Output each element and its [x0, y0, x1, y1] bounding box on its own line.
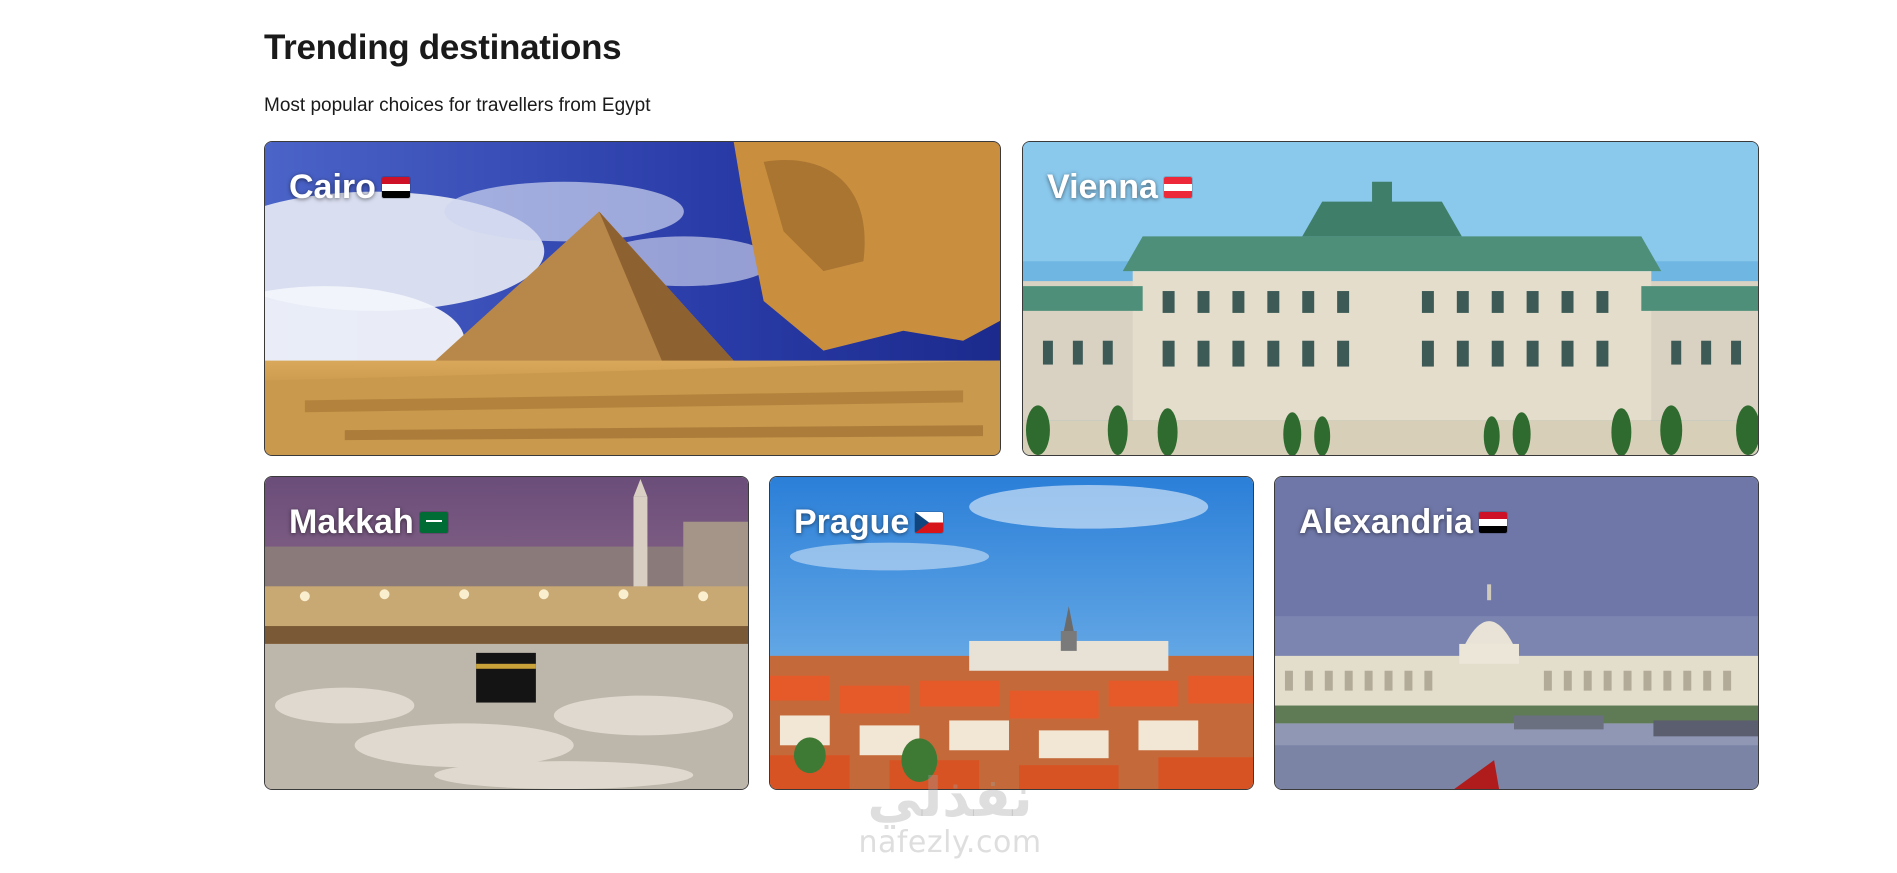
czech-republic-flag-icon [915, 512, 944, 533]
watermark-url: nafezly.com [858, 825, 1042, 860]
egypt-flag-icon [1478, 512, 1507, 533]
watermark: نفذلي nafezly.com [840, 770, 1060, 860]
austria-flag-icon [1163, 177, 1192, 198]
card-label: Cairo [289, 168, 410, 207]
egypt-flag-icon [381, 177, 410, 198]
card-label: Makkah [289, 503, 448, 542]
destination-name: Vienna [1047, 168, 1158, 206]
saudi-arabia-flag-icon [419, 512, 448, 533]
destination-name: Cairo [289, 168, 376, 206]
watermark-arabic: نفذلي [867, 766, 1033, 829]
destination-card-cairo[interactable]: Cairo [264, 141, 1001, 456]
section-title: Trending destinations [264, 28, 622, 67]
destination-name: Prague [794, 503, 910, 541]
destination-card-prague[interactable]: Prague [769, 476, 1254, 790]
destination-name: Makkah [289, 503, 414, 541]
card-label: Prague [794, 503, 944, 542]
destination-card-vienna[interactable]: Vienna [1022, 141, 1759, 456]
card-label: Vienna [1047, 168, 1192, 207]
destination-name: Alexandria [1299, 503, 1473, 541]
section-subtitle: Most popular choices for travellers from… [264, 95, 651, 116]
destination-card-alexandria[interactable]: Alexandria [1274, 476, 1759, 790]
card-label: Alexandria [1299, 503, 1507, 542]
destination-card-makkah[interactable]: Makkah [264, 476, 749, 790]
